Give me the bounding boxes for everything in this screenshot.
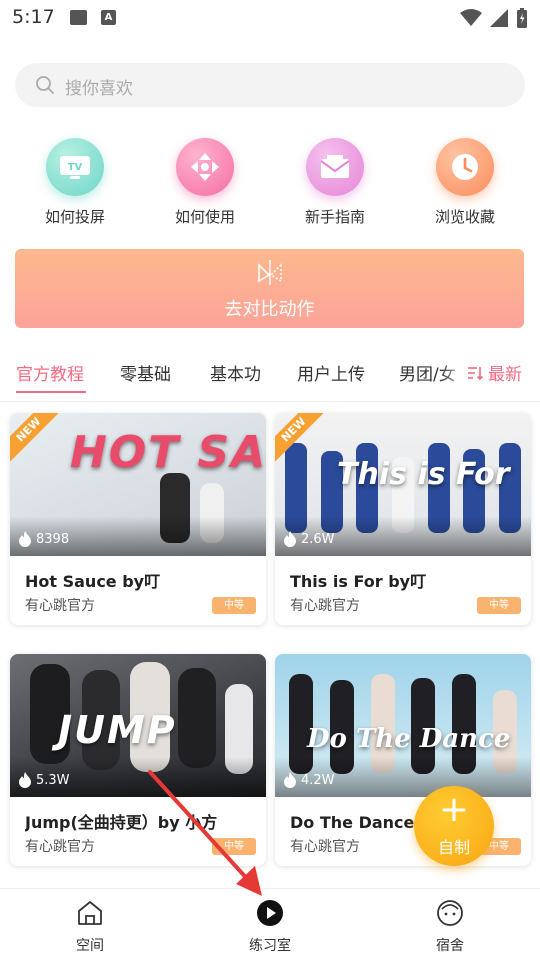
- dpad-icon: [176, 138, 234, 196]
- course-card[interactable]: This is For NEW 2.6W This is For by叮 有心跳…: [275, 413, 531, 625]
- quick-action-history[interactable]: 浏览收藏: [415, 138, 515, 227]
- course-title: Hot Sauce by叮: [25, 572, 161, 591]
- quick-action-label: 新手指南: [304, 208, 365, 226]
- thumbnail-art-text: HOT SAUCE: [70, 427, 266, 478]
- course-author: 有心跳官方: [290, 598, 360, 614]
- nav-item-space[interactable]: 空间: [45, 899, 135, 955]
- sort-label: 最新: [488, 365, 522, 385]
- gallery-notification-icon: [70, 10, 87, 25]
- category-tabs: 官方教程 零基础 基本功 用户上传 男团/女 最新: [0, 352, 540, 402]
- view-count: 2.6W: [301, 531, 335, 547]
- quick-action-label: 如何使用: [174, 208, 235, 226]
- nav-item-dorm[interactable]: 宿舍: [405, 899, 495, 955]
- quick-actions: TV 如何投屏 如何使用 新手指南 浏览收藏: [0, 138, 540, 233]
- course-author: 有心跳官方: [25, 839, 95, 855]
- view-count: 8398: [36, 531, 70, 547]
- nav-label: 练习室: [249, 938, 291, 954]
- bottom-nav: 空间 练习室 宿舍: [0, 888, 540, 960]
- quick-action-guide[interactable]: 新手指南: [285, 138, 385, 227]
- difficulty-badge: 中等: [212, 838, 256, 855]
- view-count: 5.3W: [36, 772, 70, 788]
- status-time: 5:17: [12, 6, 55, 28]
- mail-icon: [306, 138, 364, 196]
- clock-icon: [436, 138, 494, 196]
- status-bar: 5:17 A: [0, 0, 540, 36]
- search-placeholder: 搜你喜欢: [65, 79, 133, 99]
- signal-icon: [490, 9, 508, 27]
- tab-beginner[interactable]: 零基础: [120, 360, 171, 385]
- course-thumbnail: This is For NEW 2.6W: [275, 413, 531, 556]
- search-icon: [36, 76, 54, 94]
- flame-icon: [19, 531, 31, 547]
- flame-icon: [284, 531, 296, 547]
- sort-button[interactable]: 最新: [466, 360, 522, 385]
- quick-action-screencast[interactable]: TV 如何投屏: [25, 138, 125, 227]
- view-count: 4.2W: [301, 772, 335, 788]
- app-notification-icon: A: [101, 10, 116, 25]
- play-icon: [257, 900, 283, 926]
- quick-action-label: 浏览收藏: [434, 208, 495, 226]
- course-title: Jump(全曲持更）by 小方: [25, 813, 218, 832]
- nav-label: 空间: [76, 938, 104, 954]
- difficulty-badge: 中等: [212, 597, 256, 614]
- flame-icon: [284, 772, 296, 788]
- create-fab-button[interactable]: + 自制: [414, 786, 494, 866]
- home-icon: [78, 901, 102, 925]
- svg-text:TV: TV: [68, 162, 83, 173]
- active-tab-indicator: [16, 391, 86, 393]
- thumbnail-art-text: This is For: [337, 457, 510, 492]
- flame-icon: [19, 772, 31, 788]
- nav-label: 宿舍: [436, 938, 464, 954]
- course-card[interactable]: JUMP 5.3W Jump(全曲持更）by 小方 有心跳官方 中等: [10, 654, 266, 866]
- course-thumbnail: Do The Dance 4.2W: [275, 654, 531, 797]
- difficulty-badge: 中等: [477, 597, 521, 614]
- face-icon: [437, 900, 463, 926]
- course-thumbnail: HOT SAUCE NEW 8398: [10, 413, 266, 556]
- course-author: 有心跳官方: [290, 839, 360, 855]
- tab-user-uploads[interactable]: 用户上传: [297, 360, 365, 385]
- plus-icon: +: [438, 789, 470, 830]
- thumbnail-art-text: Do The Dance: [307, 724, 511, 754]
- wifi-icon: [460, 9, 482, 26]
- course-title: This is For by叮: [290, 572, 427, 591]
- thumbnail-art-text: JUMP: [58, 708, 177, 752]
- fab-label: 自制: [437, 838, 470, 857]
- course-author: 有心跳官方: [25, 598, 95, 614]
- sort-icon: [468, 366, 484, 380]
- compare-action-label: 去对比动作: [224, 299, 315, 320]
- tv-icon: TV: [46, 138, 104, 196]
- quick-action-label: 如何投屏: [44, 208, 105, 226]
- quick-action-how-to-use[interactable]: 如何使用: [155, 138, 255, 227]
- new-badge: NEW: [10, 413, 68, 469]
- tab-official[interactable]: 官方教程: [16, 360, 84, 385]
- course-card[interactable]: HOT SAUCE NEW 8398 Hot Sauce by叮 有心跳官方 中…: [10, 413, 266, 625]
- battery-icon: [517, 8, 527, 28]
- tab-basics[interactable]: 基本功: [210, 360, 261, 385]
- course-thumbnail: JUMP 5.3W: [10, 654, 266, 797]
- compare-icon: [258, 260, 282, 285]
- search-input[interactable]: 搜你喜欢: [15, 63, 525, 107]
- nav-item-practice[interactable]: 练习室: [225, 899, 315, 955]
- compare-action-button[interactable]: 去对比动作: [15, 249, 524, 328]
